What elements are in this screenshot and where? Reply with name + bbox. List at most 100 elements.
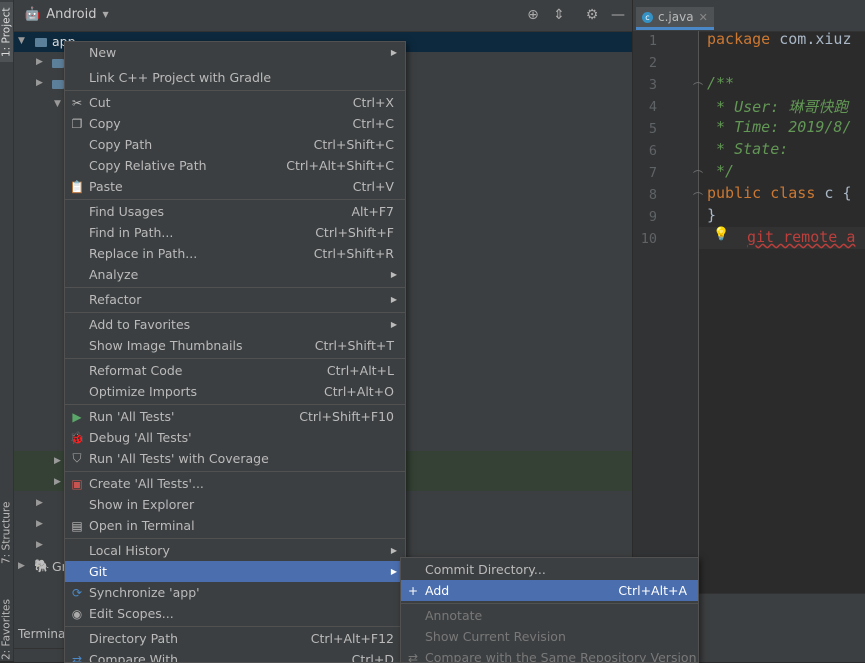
expand-arrow-icon[interactable]: ▶ [54, 477, 61, 487]
tab-project[interactable]: 1: Project [0, 2, 13, 62]
lightbulb-icon[interactable]: 💡 [713, 227, 729, 242]
menu-label: Local History [89, 543, 170, 558]
menu-item-create-all-tests[interactable]: ▣Create 'All Tests'... [65, 473, 405, 494]
menu-item-reformat-code[interactable]: Reformat CodeCtrl+Alt+L [65, 360, 405, 381]
code-text: c { [815, 184, 851, 202]
gear-icon[interactable]: ⚙ [584, 7, 600, 23]
menu-shortcut: Ctrl+V [353, 179, 394, 194]
editor-tab-c-java[interactable]: c c.java ✕ [636, 7, 714, 30]
menu-item-commit-directory[interactable]: Commit Directory... [401, 559, 698, 580]
menu-item-copy[interactable]: ❐CopyCtrl+C [65, 113, 405, 134]
menu-item-add-to-favorites[interactable]: Add to Favorites▶ [65, 314, 405, 335]
menu-item-find-usages[interactable]: Find UsagesAlt+F7 [65, 201, 405, 222]
menu-item-link-cpp[interactable]: Link C++ Project with Gradle [65, 67, 405, 88]
collapse-icon[interactable]: ⇕ [551, 7, 567, 23]
expand-arrow-icon[interactable]: ▶ [54, 456, 61, 466]
menu-label: Link C++ Project with Gradle [89, 70, 271, 85]
menu-shortcut: Ctrl+Alt+O [324, 384, 394, 399]
plus-icon: + [405, 584, 421, 598]
menu-label: Find in Path... [89, 225, 173, 240]
expand-arrow-icon[interactable]: ▶ [36, 540, 43, 550]
tab-structure-label: 7: Structure [1, 502, 13, 564]
expand-arrow-icon[interactable]: ▶ [36, 519, 43, 529]
line-number: 10 [635, 231, 657, 247]
menu-item-local-history[interactable]: Local History▶ [65, 540, 405, 561]
code-line-3[interactable]: /** [707, 74, 734, 92]
menu-item-copy-path[interactable]: Copy PathCtrl+Shift+C [65, 134, 405, 155]
menu-item-annotate[interactable]: Annotate [401, 605, 698, 626]
menu-item-new[interactable]: New▶ [65, 42, 405, 63]
scissors-icon: ✂ [69, 96, 85, 110]
target-icon[interactable]: ⊕ [525, 7, 541, 23]
menu-item-paste[interactable]: 📋PasteCtrl+V [65, 176, 405, 197]
menu-item-git-add[interactable]: +AddCtrl+Alt+A [401, 580, 698, 601]
menu-label: Open in Terminal [89, 518, 195, 533]
menu-shortcut: Ctrl+Shift+F10 [299, 409, 394, 424]
fold-icon[interactable]: ⌒ [693, 189, 703, 204]
menu-item-refactor[interactable]: Refactor▶ [65, 289, 405, 310]
menu-item-run-all-tests[interactable]: ▶Run 'All Tests'Ctrl+Shift+F10 [65, 406, 405, 427]
code-line-6[interactable]: * State: [707, 140, 788, 158]
compare-icon: ⇄ [69, 653, 85, 663]
code-line-4[interactable]: * User: 琳哥快跑 [707, 96, 848, 117]
coverage-icon: ⛉ [69, 451, 85, 466]
menu-separator [65, 90, 405, 91]
sync-icon: ⟳ [69, 586, 85, 600]
menu-separator [65, 199, 405, 200]
menu-label: Show Current Revision [425, 629, 566, 644]
menu-item-show-in-explorer[interactable]: Show in Explorer [65, 494, 405, 515]
expand-arrow-icon[interactable]: ▼ [54, 99, 61, 109]
android-icon: 🤖 [24, 7, 40, 22]
code-line-8[interactable]: public class c { [707, 184, 852, 202]
fold-icon[interactable]: ⌒ [693, 167, 703, 182]
menu-label: Compare with the Same Repository Version [425, 650, 697, 663]
menu-label: Commit Directory... [425, 562, 546, 577]
code-line-10[interactable]: git remote a [747, 228, 855, 246]
menu-shortcut: Ctrl+Alt+Shift+C [286, 158, 394, 173]
code-line-5[interactable]: * Time: 2019/8/ [707, 118, 852, 136]
menu-item-directory-path[interactable]: Directory PathCtrl+Alt+F12 [65, 628, 405, 649]
code-line-1[interactable]: package com.xiuz [707, 30, 852, 48]
expand-arrow-icon[interactable]: ▼ [18, 36, 25, 46]
menu-label: Git [89, 564, 107, 579]
menu-item-synchronize[interactable]: ⟳Synchronize 'app' [65, 582, 405, 603]
view-mode-select[interactable]: 🤖 Android ▼ [24, 7, 109, 22]
expand-arrow-icon[interactable]: ▶ [36, 78, 43, 88]
menu-item-run-with-coverage[interactable]: ⛉Run 'All Tests' with Coverage [65, 448, 405, 469]
menu-item-git[interactable]: Git▶ [65, 561, 405, 582]
gradle-icon: 🐘 [34, 558, 50, 574]
menu-item-replace-in-path[interactable]: Replace in Path...Ctrl+Shift+R [65, 243, 405, 264]
menu-item-copy-relative-path[interactable]: Copy Relative Path Ctrl+Alt+Shift+C [65, 155, 405, 176]
code-line-9[interactable]: } [707, 206, 716, 224]
code-line-7[interactable]: */ [707, 162, 734, 180]
folder-icon [52, 59, 64, 68]
menu-item-debug-all-tests[interactable]: 🐞Debug 'All Tests' [65, 427, 405, 448]
tab-structure[interactable]: 7: Structure [0, 498, 13, 568]
expand-arrow-icon[interactable]: ▶ [18, 561, 25, 571]
menu-shortcut: Ctrl+Alt+A [618, 583, 687, 598]
menu-item-show-image-thumbnails[interactable]: Show Image ThumbnailsCtrl+Shift+T [65, 335, 405, 356]
menu-label: Optimize Imports [89, 384, 197, 399]
menu-label: Replace in Path... [89, 246, 197, 261]
menu-item-cut[interactable]: ✂CutCtrl+X [65, 92, 405, 113]
menu-item-open-in-terminal[interactable]: ▤Open in Terminal [65, 515, 405, 536]
submenu-arrow-icon: ▶ [391, 48, 397, 57]
minimize-icon[interactable]: — [610, 7, 626, 23]
menu-item-find-in-path[interactable]: Find in Path...Ctrl+Shift+F [65, 222, 405, 243]
expand-arrow-icon[interactable]: ▶ [36, 498, 43, 508]
tab-favorites[interactable]: 2: Favorites [0, 598, 13, 661]
menu-label: Copy Relative Path [89, 158, 207, 173]
menu-item-analyze[interactable]: Analyze▶ [65, 264, 405, 285]
menu-label: Edit Scopes... [89, 606, 174, 621]
menu-item-edit-scopes[interactable]: ◉Edit Scopes... [65, 603, 405, 624]
close-icon[interactable]: ✕ [699, 11, 708, 24]
line-number: 1 [635, 33, 657, 49]
fold-icon[interactable]: ⌒ [693, 79, 703, 94]
expand-arrow-icon[interactable]: ▶ [36, 57, 43, 67]
terminal-tab[interactable]: Terminal [18, 627, 69, 641]
line-number: 4 [635, 99, 657, 115]
git-submenu: Commit Directory... +AddCtrl+Alt+A Annot… [400, 557, 699, 663]
menu-separator [65, 538, 405, 539]
menu-item-optimize-imports[interactable]: Optimize Imports Ctrl+Alt+O [65, 381, 405, 402]
menu-item-show-current-revision[interactable]: Show Current Revision [401, 626, 698, 647]
